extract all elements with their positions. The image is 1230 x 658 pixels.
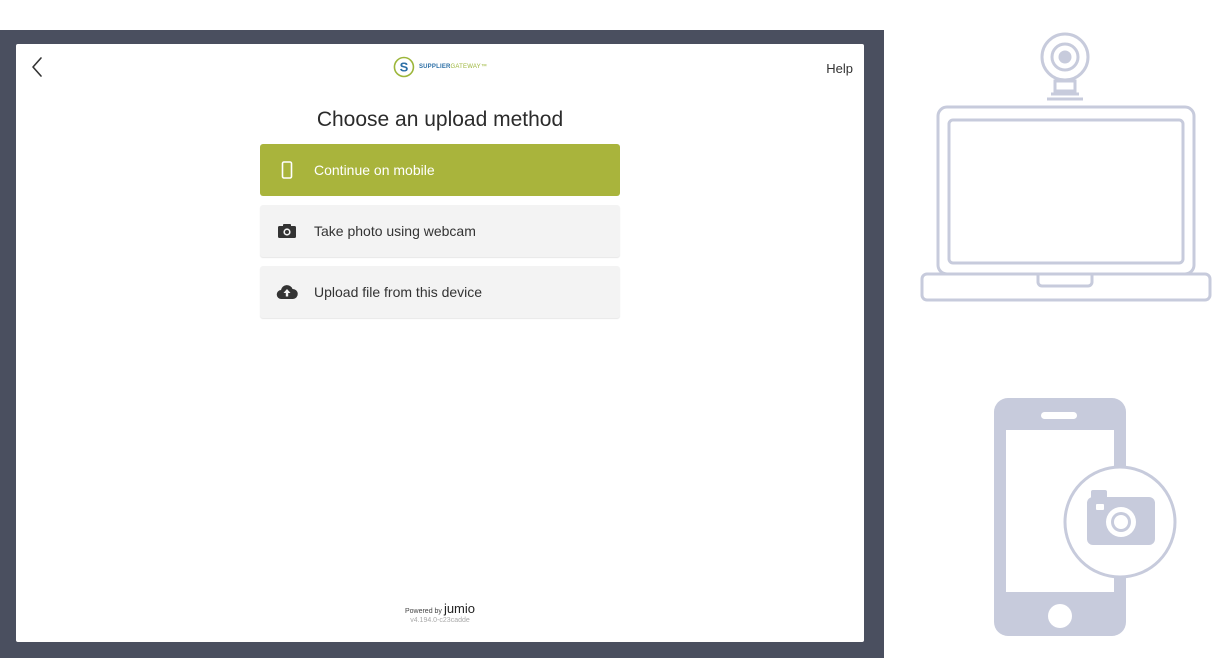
continue-on-mobile-button[interactable]: Continue on mobile — [260, 144, 620, 196]
tablet-frame: S SUPPLIERGATEWAY™ Help Choose an upload… — [0, 30, 884, 658]
laptop-webcam-illustration — [920, 32, 1212, 302]
help-link[interactable]: Help — [826, 61, 853, 76]
mobile-phone-icon — [276, 159, 298, 181]
svg-text:S: S — [400, 60, 409, 75]
camera-icon — [276, 220, 298, 242]
continue-on-mobile-label: Continue on mobile — [314, 162, 435, 178]
page-title: Choose an upload method — [316, 108, 564, 131]
supplier-gateway-logo: S SUPPLIERGATEWAY™ — [393, 56, 487, 78]
cloud-upload-icon — [276, 281, 298, 303]
tablet-screen: S SUPPLIERGATEWAY™ Help Choose an upload… — [16, 44, 864, 642]
phone-camera-illustration — [994, 398, 1177, 636]
version-text: v4.194.0-c23cadde — [410, 617, 470, 624]
logo-mark-icon: S — [393, 56, 415, 78]
take-photo-webcam-label: Take photo using webcam — [314, 223, 476, 239]
logo-wordmark: SUPPLIERGATEWAY™ — [418, 64, 488, 70]
back-button[interactable] — [26, 54, 50, 82]
footer: Powered by jumio v4.194.0-c23cadde — [16, 601, 864, 624]
upload-file-button[interactable]: Upload file from this device — [260, 266, 620, 318]
jumio-brand: jumio — [443, 601, 476, 616]
take-photo-webcam-button[interactable]: Take photo using webcam — [260, 205, 620, 257]
upload-file-label: Upload file from this device — [314, 284, 483, 300]
powered-by-text: Powered by jumio — [404, 601, 476, 616]
stage: S SUPPLIERGATEWAY™ Help Choose an upload… — [0, 0, 1230, 658]
chevron-left-icon — [32, 57, 42, 77]
